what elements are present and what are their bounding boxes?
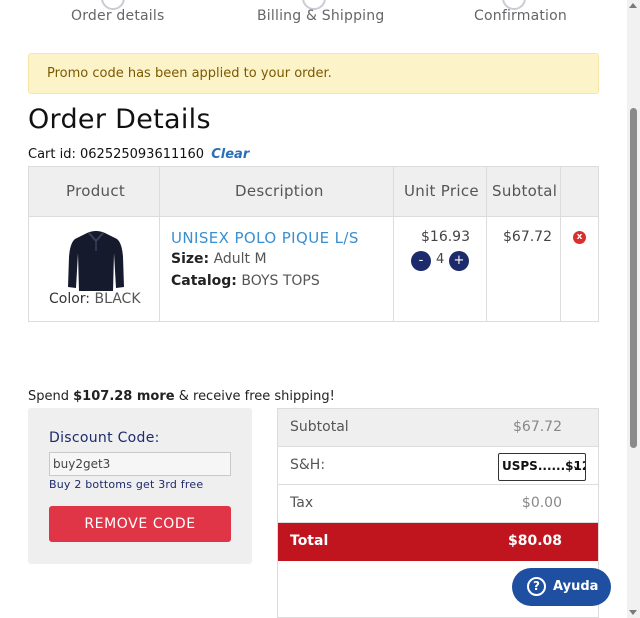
checkout-steps: Order details Billing & Shipping Confirm… (0, 0, 626, 34)
page-scrollbar[interactable] (627, 0, 640, 618)
step-label-confirmation: Confirmation (474, 8, 567, 24)
free-shipping-prefix: Spend (28, 389, 69, 404)
catalog-value: BOYS TOPS (241, 273, 320, 289)
unit-price: $16.93 (421, 229, 470, 245)
column-divider (486, 167, 487, 321)
remove-item-icon[interactable]: x (573, 231, 586, 244)
page-title: Order Details (28, 104, 211, 135)
step-label-billing: Billing & Shipping (257, 8, 385, 24)
help-button-label: Ayuda (553, 579, 599, 594)
promo-alert-text: Promo code has been applied to your orde… (47, 66, 332, 81)
tax-label: Tax (290, 495, 314, 511)
subtotal-label: Subtotal (290, 419, 349, 435)
shipping-label: S&H: (290, 457, 326, 473)
promo-alert: Promo code has been applied to your orde… (28, 53, 599, 94)
discount-code-note: Buy 2 bottoms get 3rd free (49, 478, 204, 491)
quantity-decrease-button[interactable]: - (411, 251, 431, 271)
free-shipping-amount: $107.28 more (73, 389, 175, 404)
header-description: Description (235, 182, 324, 200)
color-value: BLACK (94, 291, 141, 307)
question-icon: ? (527, 577, 546, 596)
discount-code-input[interactable] (49, 452, 231, 476)
clear-cart-link[interactable]: Clear (211, 147, 249, 162)
discount-code-label: Discount Code: (49, 430, 160, 446)
header-unit-price: Unit Price (404, 182, 479, 200)
item-name-link[interactable]: UNISEX POLO PIQUE L/S (171, 229, 359, 247)
catalog-label: Catalog: (171, 273, 237, 289)
table-header: Product Description Unit Price Subtotal (29, 167, 598, 217)
free-shipping-notice: Spend $107.28 more & receive free shippi… (28, 389, 335, 404)
subtotal-row: Subtotal $67.72 (278, 409, 598, 447)
total-value: $80.08 (507, 533, 562, 549)
cart-id: Cart id: 062525093611160 Clear (28, 147, 249, 162)
tax-value: $0.00 (521, 495, 562, 511)
cart-id-value: 062525093611160 (80, 147, 205, 162)
subtotal-value: $67.72 (513, 419, 562, 435)
polo-shirt-image (68, 231, 124, 291)
quantity-value: 4 (436, 252, 445, 267)
column-divider (159, 167, 160, 321)
discount-panel: Discount Code: Buy 2 bottoms get 3rd fre… (28, 408, 252, 564)
quantity-increase-button[interactable]: + (449, 251, 469, 271)
header-product: Product (66, 182, 126, 200)
cart-id-label: Cart id: (28, 147, 76, 162)
color-label: Color: (49, 291, 91, 307)
chevron-down-icon: ⌄ (571, 459, 581, 472)
item-subtotal: $67.72 (503, 229, 552, 245)
order-table: Product Description Unit Price Subtotal … (28, 166, 599, 322)
item-color: Color: BLACK (49, 291, 141, 307)
header-subtotal: Subtotal (492, 182, 558, 200)
item-size: Size: Adult M (171, 251, 267, 267)
size-label: Size: (171, 251, 210, 267)
shipping-method-select[interactable]: USPS......$12. ⌄ (498, 453, 586, 481)
column-divider (560, 167, 561, 321)
step-label-order-details: Order details (71, 8, 165, 24)
remove-code-button[interactable]: REMOVE CODE (49, 506, 231, 542)
size-value: Adult M (213, 251, 267, 267)
scroll-down-icon[interactable] (629, 610, 637, 615)
free-shipping-suffix: & receive free shipping! (178, 389, 335, 404)
item-catalog: Catalog: BOYS TOPS (171, 273, 320, 289)
scroll-thumb[interactable] (630, 108, 637, 448)
scroll-up-icon[interactable] (629, 3, 637, 8)
shipping-row: S&H: USPS......$12. ⌄ (278, 447, 598, 485)
column-divider (393, 167, 394, 321)
help-button[interactable]: ? Ayuda (512, 568, 611, 606)
total-label: Total (290, 533, 329, 549)
tax-row: Tax $0.00 (278, 485, 598, 523)
total-row: Total $80.08 (278, 523, 598, 561)
